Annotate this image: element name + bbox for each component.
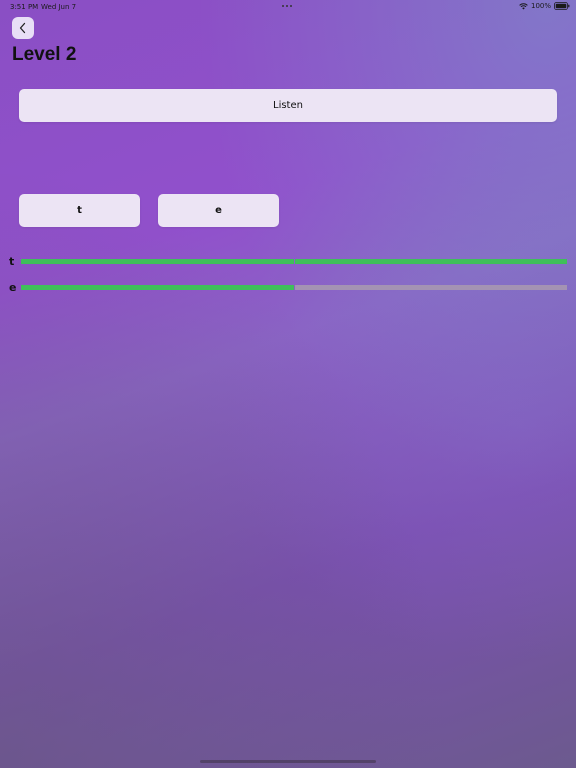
page-title: Level 2 [12,44,77,65]
listen-button[interactable]: Listen [19,89,557,122]
home-indicator[interactable] [200,760,376,763]
status-time: 3:51 PM [10,3,39,11]
progress-segment-filled [21,285,294,290]
battery-icon [554,2,570,10]
letter-button-e[interactable]: e [158,194,279,227]
wifi-icon [519,2,528,10]
progress-segment-empty [294,285,567,290]
status-date: Wed Jun 7 [41,3,77,11]
progress-segment-filled [294,259,567,264]
back-button[interactable] [12,17,34,39]
progress-bar [21,259,567,264]
progress-label: t [9,255,15,268]
multitasking-dots-icon[interactable] [282,5,292,7]
chevron-left-icon [18,19,28,38]
letter-button-t[interactable]: t [19,194,140,227]
progress-segment-filled [21,259,294,264]
progress-row-t: t [0,256,576,268]
progress-label: e [9,281,17,294]
status-indicators: 100% [519,2,570,10]
progress-bar [21,285,567,290]
progress-row-e: e [0,282,576,294]
battery-percent: 100% [530,2,551,10]
status-bar: 3:51 PM Wed Jun 7 100% [0,0,576,14]
